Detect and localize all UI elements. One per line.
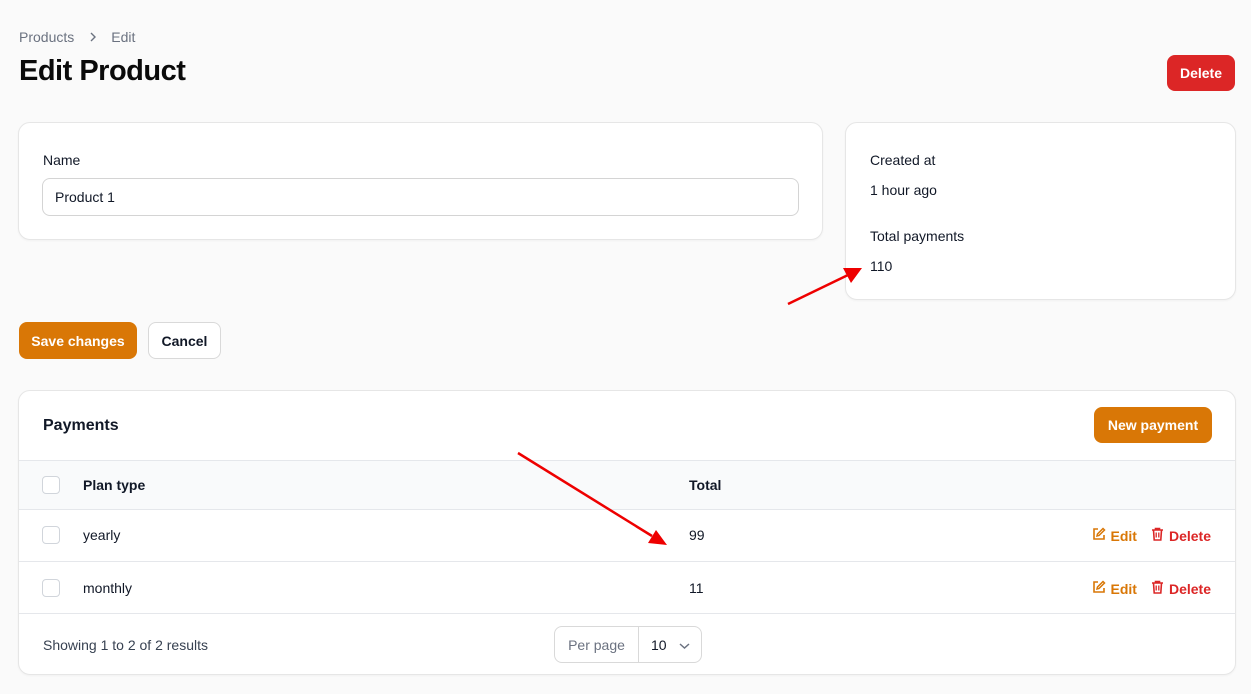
edit-icon	[1092, 580, 1106, 597]
payments-title: Payments	[43, 417, 119, 434]
edit-row-button[interactable]: Edit	[1092, 580, 1137, 597]
row-checkbox[interactable]	[42, 579, 60, 597]
created-at-label: Created at	[870, 152, 936, 168]
table-row: monthly 11 Edit Delete	[19, 562, 1235, 614]
total-cell: 99	[689, 527, 705, 543]
page: Products Edit Edit Product Delete Name C…	[0, 0, 1251, 694]
product-form-card: Name	[18, 122, 823, 240]
row-checkbox[interactable]	[42, 526, 60, 544]
row-actions: Edit Delete	[1092, 580, 1211, 597]
total-cell: 11	[689, 580, 704, 596]
column-total[interactable]: Total	[689, 477, 721, 493]
plan-type-cell: yearly	[83, 527, 121, 543]
per-page-control: Per page 10	[554, 626, 702, 663]
cancel-button[interactable]: Cancel	[148, 322, 221, 359]
chevron-down-icon	[679, 637, 690, 653]
edit-label: Edit	[1110, 527, 1137, 544]
total-payments-label: Total payments	[870, 228, 965, 244]
name-label: Name	[43, 152, 81, 168]
table-row: yearly 99 Edit Delete	[19, 510, 1235, 562]
delete-label: Delete	[1168, 580, 1211, 597]
created-at-value: 1 hour ago	[870, 182, 937, 198]
page-title: Edit Product	[19, 55, 186, 87]
edit-label: Edit	[1110, 580, 1137, 597]
column-plan-type[interactable]: Plan type	[83, 477, 145, 493]
per-page-value: 10	[651, 636, 667, 653]
trash-icon	[1151, 527, 1164, 544]
table-header: Plan type Total	[19, 460, 1235, 510]
payments-card: Payments New payment Plan type Total yea…	[18, 390, 1236, 675]
save-changes-button[interactable]: Save changes	[19, 322, 137, 359]
breadcrumb-edit: Edit	[111, 29, 136, 45]
breadcrumb-products[interactable]: Products	[19, 29, 74, 45]
new-payment-button[interactable]: New payment	[1094, 407, 1212, 443]
edit-row-button[interactable]: Edit	[1092, 527, 1137, 544]
row-actions: Edit Delete	[1092, 527, 1211, 544]
edit-icon	[1092, 527, 1106, 544]
name-input[interactable]	[42, 178, 799, 216]
product-info-card: Created at 1 hour ago Total payments 110	[845, 122, 1236, 300]
per-page-select[interactable]: 10	[639, 627, 701, 662]
total-payments-value: 110	[870, 258, 893, 274]
pagination-summary: Showing 1 to 2 of 2 results	[43, 637, 208, 653]
delete-row-button[interactable]: Delete	[1151, 527, 1211, 544]
trash-icon	[1151, 580, 1164, 597]
chevron-right-icon	[88, 32, 98, 42]
delete-label: Delete	[1168, 527, 1211, 544]
per-page-label: Per page	[555, 627, 639, 662]
breadcrumb: Products Edit	[19, 29, 135, 45]
delete-row-button[interactable]: Delete	[1151, 580, 1211, 597]
select-all-checkbox[interactable]	[42, 476, 60, 494]
delete-product-button[interactable]: Delete	[1167, 55, 1235, 91]
plan-type-cell: monthly	[83, 580, 133, 596]
